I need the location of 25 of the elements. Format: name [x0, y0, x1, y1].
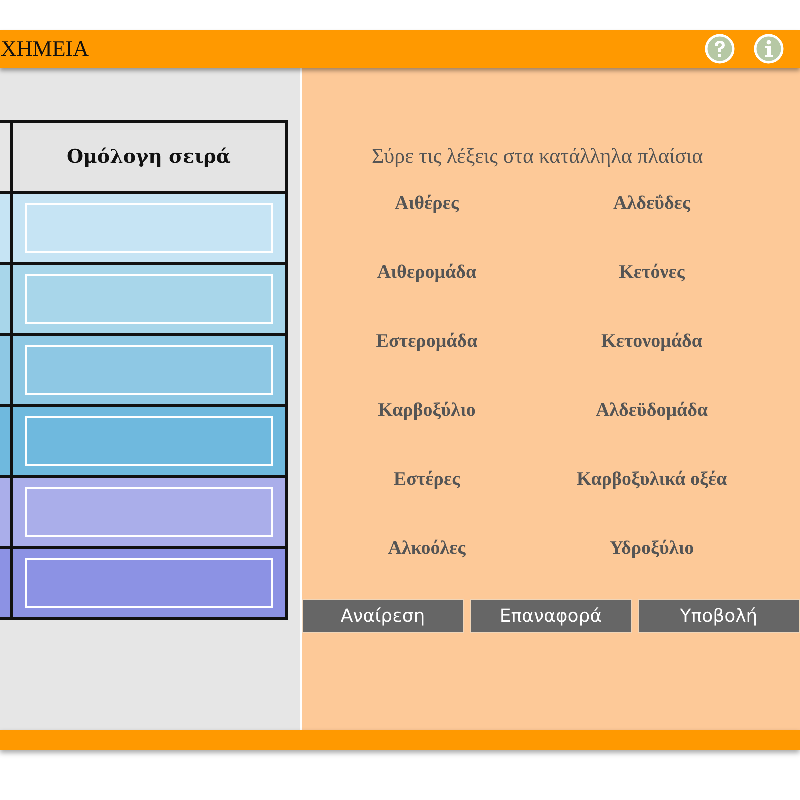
drop-zone[interactable]: [25, 274, 273, 324]
draggable-word[interactable]: Εστέρες: [394, 469, 460, 491]
draggable-word[interactable]: Κετονομάδα: [602, 331, 702, 353]
draggable-word[interactable]: Εστερομάδα: [376, 331, 478, 353]
drop-zone[interactable]: [25, 345, 273, 395]
app-title: ΧΗΜΕΙΑ: [1, 36, 89, 62]
action-button[interactable]: Αναίρεση: [302, 599, 464, 633]
action-button[interactable]: Επαναφορά: [470, 599, 632, 633]
draggable-word[interactable]: Καρβοξυλικά οξέα: [576, 469, 728, 491]
action-button[interactable]: Υποβολή: [638, 599, 800, 633]
draggable-word[interactable]: Αιθέρες: [395, 193, 459, 215]
drop-zone[interactable]: [25, 203, 273, 253]
help-icon[interactable]: [705, 34, 735, 64]
draggable-word[interactable]: Υδροξύλιο: [610, 538, 694, 560]
drop-zone[interactable]: [25, 487, 273, 537]
instruction-text: Σύρε τις λέξεις στα κατάλληλα πλαίσια: [372, 144, 704, 169]
drop-zone[interactable]: [25, 558, 273, 608]
draggable-word[interactable]: Αλδεϋδομάδα: [596, 400, 708, 422]
draggable-word[interactable]: Κετόνες: [619, 262, 685, 284]
draggable-word[interactable]: Αλδεΰδες: [614, 193, 690, 215]
info-icon[interactable]: [754, 34, 784, 64]
drop-zone[interactable]: [25, 416, 273, 466]
draggable-word[interactable]: Καρβοξύλιο: [378, 400, 476, 422]
draggable-word[interactable]: Αιθερομάδα: [377, 262, 477, 284]
draggable-word[interactable]: Αλκοόλες: [388, 538, 466, 560]
